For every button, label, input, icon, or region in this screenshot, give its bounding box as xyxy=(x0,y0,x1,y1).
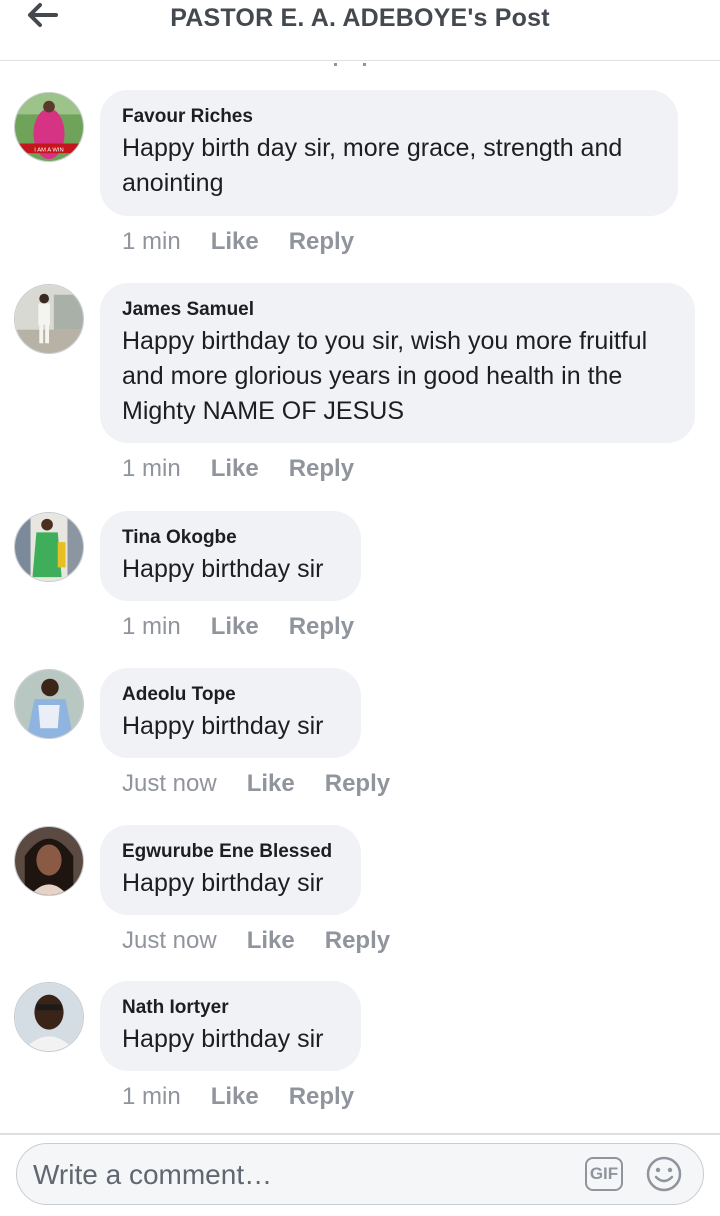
reply-button[interactable]: Reply xyxy=(325,927,390,955)
comment-bubble: Tina Okogbe Happy birthday sir xyxy=(100,511,361,601)
comment-time[interactable]: 1 min xyxy=(122,613,181,641)
comment-text: Happy birthday sir xyxy=(122,712,324,740)
comment-author[interactable]: Tina Okogbe xyxy=(122,526,339,550)
comment-bubble: Adeolu Tope Happy birthday sir xyxy=(100,668,361,758)
comment-author[interactable]: James Samuel xyxy=(122,298,673,322)
comment-actions: Just now Like Reply xyxy=(122,770,420,798)
comment-bubble: James Samuel Happy birthday to you sir, … xyxy=(100,283,695,443)
comment-actions: 1 min Like Reply xyxy=(122,613,384,641)
comment-time[interactable]: 1 min xyxy=(122,228,181,256)
comment-actions: Just now Like Reply xyxy=(122,927,420,955)
avatar[interactable] xyxy=(14,826,84,896)
comment-input[interactable] xyxy=(31,1154,575,1196)
like-button[interactable]: Like xyxy=(247,770,295,798)
comment-author[interactable]: Favour Riches xyxy=(122,105,656,129)
avatar[interactable]: I AM A WIN xyxy=(14,92,84,162)
comment-actions: 1 min Like Reply xyxy=(122,1083,384,1111)
like-button[interactable]: Like xyxy=(211,613,259,641)
comment-text: Happy birth day sir, more grace, strengt… xyxy=(122,134,623,197)
smiley-icon xyxy=(646,1156,682,1192)
comment-author[interactable]: Adeolu Tope xyxy=(122,683,339,707)
reply-button[interactable]: Reply xyxy=(289,228,354,256)
post-header: PASTOR E. A. ADEBOYE's Post xyxy=(0,0,720,66)
comment-time[interactable]: 1 min xyxy=(122,1083,181,1111)
comment-actions: 1 min Like Reply xyxy=(122,455,384,483)
comment-text: Happy birthday sir xyxy=(122,869,324,897)
like-button[interactable]: Like xyxy=(211,455,259,483)
comment-text: Happy birthday to you sir, wish you more… xyxy=(122,327,648,425)
comment-author[interactable]: Nath Iortyer xyxy=(122,996,339,1020)
avatar[interactable] xyxy=(14,982,84,1052)
comment-composer: GIF xyxy=(0,1133,720,1216)
comment-box[interactable]: GIF xyxy=(16,1143,704,1205)
comment-bubble: Nath Iortyer Happy birthday sir xyxy=(100,981,361,1071)
comment-bubble: Egwurube Ene Blessed Happy birthday sir xyxy=(100,825,361,915)
reply-button[interactable]: Reply xyxy=(289,1083,354,1111)
svg-text:I AM A WIN: I AM A WIN xyxy=(34,147,63,153)
avatar[interactable] xyxy=(14,512,84,582)
reply-button[interactable]: Reply xyxy=(289,455,354,483)
like-button[interactable]: Like xyxy=(247,927,295,955)
reply-button[interactable]: Reply xyxy=(289,613,354,641)
comment-time[interactable]: Just now xyxy=(122,927,217,955)
like-button[interactable]: Like xyxy=(211,1083,259,1111)
comment-time[interactable]: 1 min xyxy=(122,455,181,483)
gif-icon[interactable]: GIF xyxy=(585,1157,623,1191)
comment-text: Happy birthday sir xyxy=(122,555,324,583)
comment-time[interactable]: Just now xyxy=(122,770,217,798)
avatar[interactable] xyxy=(14,669,84,739)
comment-bubble: Favour Riches Happy birth day sir, more … xyxy=(100,90,678,216)
avatar[interactable] xyxy=(14,284,84,354)
like-button[interactable]: Like xyxy=(211,228,259,256)
page-title: PASTOR E. A. ADEBOYE's Post xyxy=(170,4,550,32)
comment-text: Happy birthday sir xyxy=(122,1025,324,1053)
comment-actions: 1 min Like Reply xyxy=(122,228,384,256)
emoji-button[interactable] xyxy=(645,1155,683,1193)
reply-button[interactable]: Reply xyxy=(325,770,390,798)
clipped-text-fragment xyxy=(330,58,370,66)
comment-author[interactable]: Egwurube Ene Blessed xyxy=(122,840,339,864)
